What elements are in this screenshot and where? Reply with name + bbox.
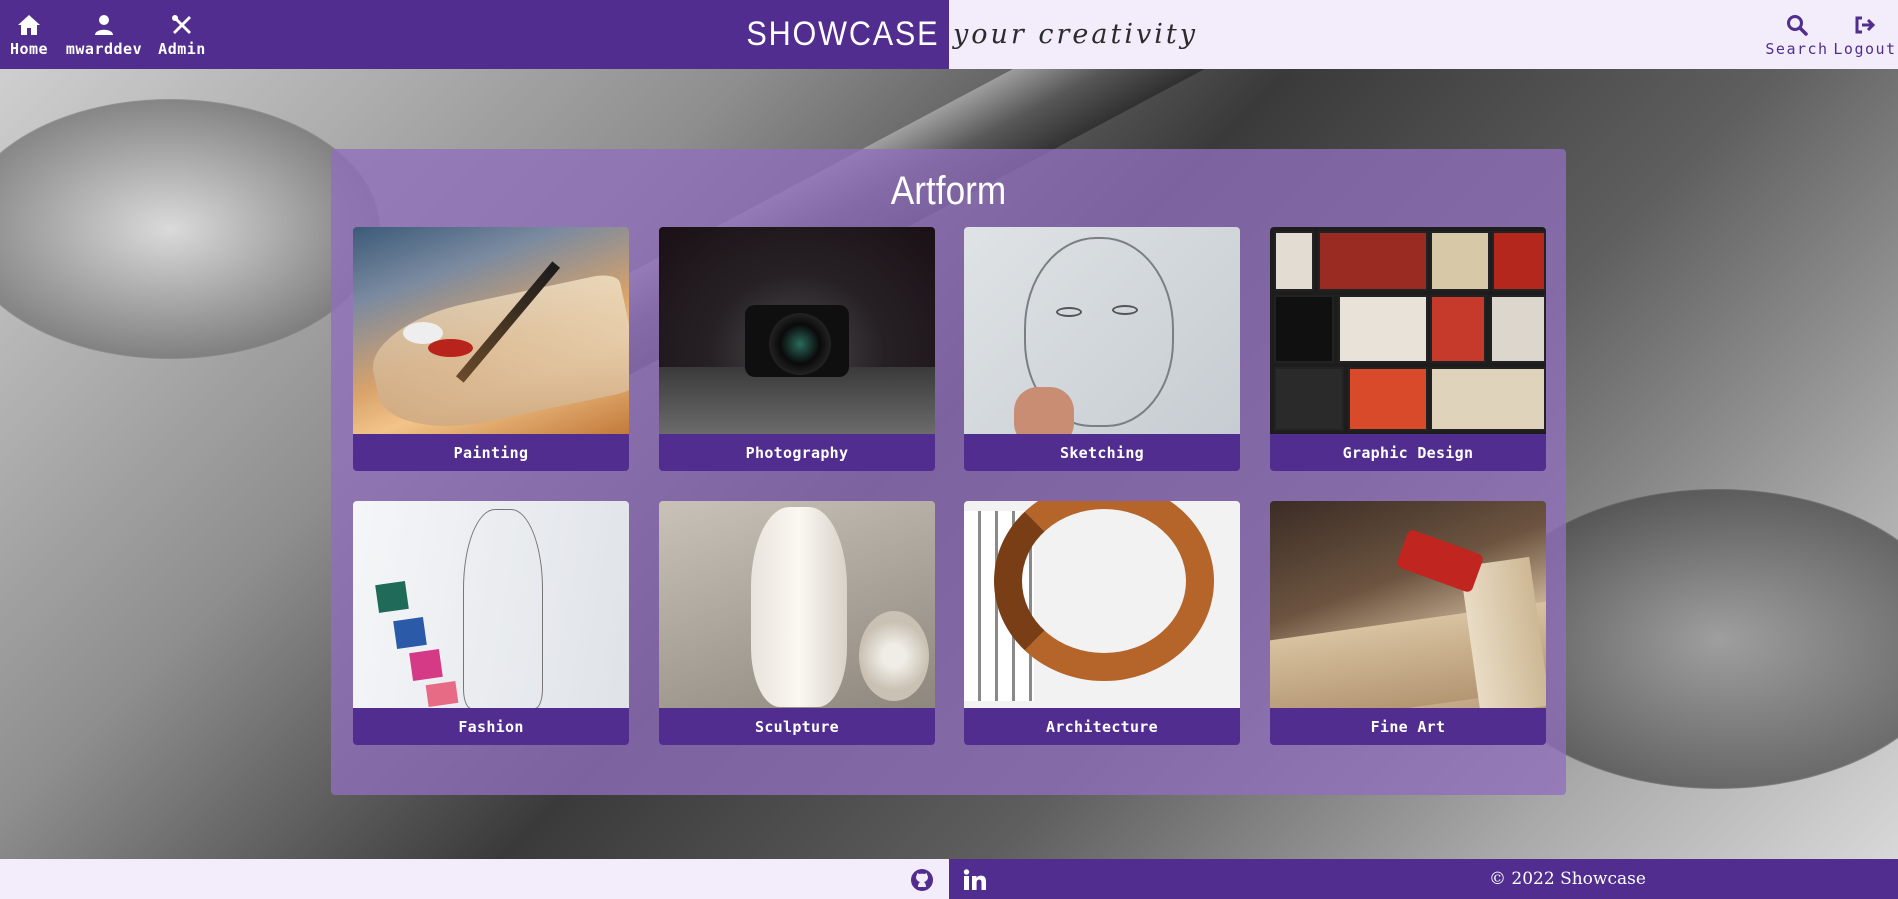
card-graphic-design[interactable]: Graphic Design: [1270, 227, 1546, 471]
github-icon[interactable]: [909, 867, 935, 893]
brand-tagline: your creativity: [953, 19, 1198, 50]
card-label: Painting: [353, 434, 629, 471]
nav-admin[interactable]: Admin: [154, 0, 210, 69]
card-sculpture[interactable]: Sculpture: [659, 501, 935, 745]
painting-image: [353, 227, 629, 434]
woodwork-image: [1270, 501, 1546, 708]
nav-logout[interactable]: Logout: [1833, 0, 1895, 69]
sketch-image: [964, 227, 1240, 434]
home-icon: [16, 12, 42, 38]
card-photography[interactable]: Photography: [659, 227, 935, 471]
card-label: Graphic Design: [1270, 434, 1546, 471]
brand-title[interactable]: SHOWCASE: [746, 0, 939, 69]
nav-search-label: Search: [1765, 39, 1829, 58]
nav-user-label: mwarddev: [65, 39, 143, 58]
card-label: Sculpture: [659, 708, 935, 745]
navbar-left: Home mwarddev Admin SHOWCASE: [0, 0, 949, 69]
card-fashion[interactable]: Fashion: [353, 501, 629, 745]
posters-image: [1270, 227, 1546, 434]
card-label: Photography: [659, 434, 935, 471]
card-sketching[interactable]: Sketching: [964, 227, 1240, 471]
user-icon: [91, 12, 117, 38]
tools-icon: [169, 12, 195, 38]
navbar: Home mwarddev Admin SHOWCASE your creati…: [0, 0, 1898, 69]
nav-user[interactable]: mwarddev: [64, 0, 144, 69]
card-label: Fashion: [353, 708, 629, 745]
navbar-right: your creativity Search Logout: [949, 0, 1898, 69]
card-label: Architecture: [964, 708, 1240, 745]
footer-right: © 2022 Showcase: [949, 859, 1898, 899]
nav-home-label: Home: [9, 39, 49, 58]
sculpture-image: [659, 501, 935, 708]
background-shape: [0, 99, 380, 359]
card-architecture[interactable]: Architecture: [964, 501, 1240, 745]
panel-title: Artform: [890, 169, 1007, 213]
search-icon: [1784, 12, 1810, 38]
camera-image: [659, 227, 935, 434]
logout-icon: [1852, 12, 1878, 38]
card-label: Fine Art: [1270, 708, 1546, 745]
card-label: Sketching: [964, 434, 1240, 471]
fashion-sketch-image: [353, 501, 629, 708]
nav-home[interactable]: Home: [4, 0, 54, 69]
footer: © 2022 Showcase: [0, 859, 1898, 899]
footer-left: [0, 859, 949, 899]
nav-logout-label: Logout: [1833, 39, 1897, 58]
artform-panel: Artform Painting Photography Sketching G…: [331, 149, 1566, 795]
nav-search[interactable]: Search: [1765, 0, 1829, 69]
staircase-image: [964, 501, 1240, 708]
nav-admin-label: Admin: [158, 39, 206, 58]
card-fine-art[interactable]: Fine Art: [1270, 501, 1546, 745]
copyright-text: © 2022 Showcase: [1489, 869, 1646, 889]
card-painting[interactable]: Painting: [353, 227, 629, 471]
